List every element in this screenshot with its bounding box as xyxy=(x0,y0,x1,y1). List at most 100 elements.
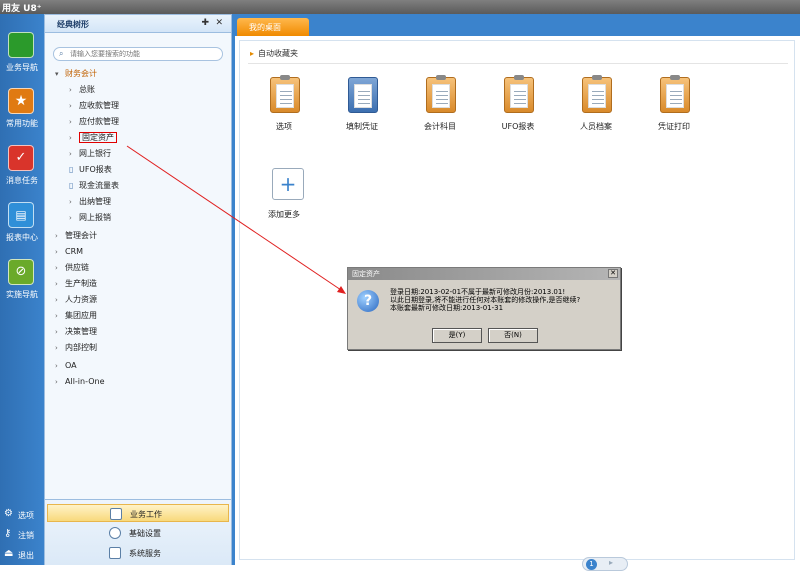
shortcut-personnel-files[interactable]: 人员档案 xyxy=(566,75,626,137)
panel-header: 经典树形 ✚ ✕ xyxy=(45,15,231,33)
page-next-icon[interactable]: ▸ xyxy=(609,558,613,567)
shortcut-ufo-report[interactable]: UFO报表 xyxy=(488,75,548,137)
tree-node-online-banking[interactable]: › 网上银行 xyxy=(69,147,111,161)
tree-node-label: 出纳管理 xyxy=(79,197,111,206)
tree-node-management-accounting[interactable]: › 管理会计 xyxy=(55,229,97,243)
tree-node-receivables[interactable]: › 应收款管理 xyxy=(69,99,119,113)
shortcut-options[interactable]: 选项 xyxy=(254,75,314,137)
nav-label: 消息任务 xyxy=(6,176,38,185)
tree-node-label: 应付款管理 xyxy=(79,117,119,126)
pin-icon[interactable]: ✚ xyxy=(201,18,209,28)
tree-node-payables[interactable]: › 应付款管理 xyxy=(69,115,119,129)
tree-node-label: CRM xyxy=(65,247,84,256)
tree-node-financial-accounting[interactable]: ▾ 财务会计 xyxy=(55,67,97,81)
chevron-right-icon: › xyxy=(69,214,72,222)
tree-node-label: 人力资源 xyxy=(65,295,97,304)
tree-node-supply-chain[interactable]: › 供应链 xyxy=(55,261,89,275)
tree-node-crm[interactable]: › CRM xyxy=(55,245,83,259)
footer-label: 业务工作 xyxy=(130,510,162,519)
tree-node-label: 现金流量表 xyxy=(79,181,119,190)
shortcut-label: 凭证打印 xyxy=(658,122,690,131)
nav-report-center[interactable]: ▤ 报表中心 xyxy=(0,202,44,258)
plus-icon: + xyxy=(279,172,297,196)
notebook-pen-icon xyxy=(348,77,378,113)
search-box[interactable]: ⌕ xyxy=(53,47,223,61)
dialog-title-bar: 固定资产 ✕ xyxy=(348,268,620,280)
options-button[interactable]: ⚙ 选项 xyxy=(0,506,44,524)
tree-node-oa[interactable]: › OA xyxy=(55,359,77,373)
left-nav-bar: 业务导航 ★ 常用功能 ✓ 消息任务 ▤ 报表中心 ⊘ 实施导航 ⚙ 选项 ⚷ … xyxy=(0,14,44,565)
exit-icon: ⏏ xyxy=(4,548,14,559)
footer-business-work[interactable]: 业务工作 xyxy=(47,504,229,522)
chevron-right-icon: › xyxy=(69,118,72,126)
chevron-down-icon: ▾ xyxy=(55,70,59,78)
chevron-right-icon: › xyxy=(55,312,58,320)
title-bar: 用友 U8⁺ xyxy=(0,0,800,14)
nav-label: 常用功能 xyxy=(6,119,38,128)
nav-label: 报表中心 xyxy=(6,233,38,242)
exit-button[interactable]: ⏏ 退出 xyxy=(0,546,44,564)
add-more-button[interactable]: + xyxy=(272,168,304,200)
business-work-icon xyxy=(110,508,122,520)
tree-node-internal-control[interactable]: › 内部控制 xyxy=(55,341,97,355)
tree-node-label: 应收款管理 xyxy=(79,101,119,110)
search-input[interactable] xyxy=(70,49,218,59)
tree-node-label: 集团应用 xyxy=(65,311,97,320)
tree-node-online-reimbursement[interactable]: › 网上报销 xyxy=(69,211,111,225)
tree-node-cash-flow[interactable]: ▯ 现金流量表 xyxy=(69,179,119,193)
chevron-right-icon: › xyxy=(55,232,58,240)
tree-node-cashier[interactable]: › 出纳管理 xyxy=(69,195,111,209)
star-icon: ★ xyxy=(8,88,34,114)
close-icon[interactable]: ✕ xyxy=(215,18,223,28)
shortcut-label: UFO报表 xyxy=(501,122,535,131)
shortcut-fill-voucher[interactable]: 填制凭证 xyxy=(332,77,392,137)
shortcut-account-subjects[interactable]: 会计科目 xyxy=(410,75,470,137)
footer-system-service[interactable]: 系统服务 xyxy=(47,544,229,562)
shortcut-voucher-print[interactable]: 凭证打印 xyxy=(644,75,704,137)
tree-node-decision[interactable]: › 决策管理 xyxy=(55,325,97,339)
nav-business-navigation[interactable]: 业务导航 xyxy=(0,32,44,88)
chevron-right-icon: › xyxy=(55,378,58,386)
settings-icon xyxy=(109,527,121,539)
tree-node-manufacturing[interactable]: › 生产制造 xyxy=(55,277,97,291)
tree-node-label: UFO报表 xyxy=(79,165,112,174)
chevron-right-icon: › xyxy=(55,296,58,304)
gear-icon: ⚙ xyxy=(4,508,13,519)
dialog-message-line: 以此日期登录,将不能进行任何对本账套的修改操作,是否继续? xyxy=(390,296,581,304)
clipboard-icon xyxy=(270,75,300,113)
nav-implementation[interactable]: ⊘ 实施导航 xyxy=(0,259,44,315)
yes-button[interactable]: 是(Y) xyxy=(432,328,482,343)
add-more-label: 添加更多 xyxy=(268,210,300,219)
chevron-right-icon: › xyxy=(55,264,58,272)
exit-label: 退出 xyxy=(18,551,34,560)
tree-node-all-in-one[interactable]: › All-in-One xyxy=(55,375,105,389)
shortcut-label: 选项 xyxy=(276,122,292,131)
tree-node-general-ledger[interactable]: › 总账 xyxy=(69,83,95,97)
document-icon: ▯ xyxy=(69,181,74,190)
nav-message-tasks[interactable]: ✓ 消息任务 xyxy=(0,145,44,201)
logout-button[interactable]: ⚷ 注销 xyxy=(0,526,44,544)
tree-node-ufo-report[interactable]: ▯ UFO报表 xyxy=(69,163,112,177)
page-indicator: 1 ▸ xyxy=(582,557,628,571)
chevron-right-icon: › xyxy=(55,280,58,288)
confirm-dialog: 固定资产 ✕ ? 登录日期:2013-02-01不属于最新可修改月份:2013.… xyxy=(347,267,621,350)
report-icon: ▤ xyxy=(8,202,34,228)
tree-node-fixed-assets[interactable]: › 固定资产 xyxy=(69,131,117,145)
favorites-header[interactable]: ▸ 自动收藏夹 xyxy=(250,48,298,59)
nav-common-functions[interactable]: ★ 常用功能 xyxy=(0,88,44,144)
footer-basic-settings[interactable]: 基础设置 xyxy=(47,524,229,542)
favorites-title: 自动收藏夹 xyxy=(258,49,299,58)
dialog-close-button[interactable]: ✕ xyxy=(608,269,618,278)
dialog-message-line: 本账套最新可修改日期:2013-01-31 xyxy=(390,304,504,312)
shortcut-label: 人员档案 xyxy=(580,122,612,131)
tree-node-label: 网上报销 xyxy=(79,213,111,222)
tab-my-desktop[interactable]: 我的桌面 xyxy=(237,18,309,36)
dialog-message: 登录日期:2013-02-01不属于最新可修改月份:2013.01! 以此日期登… xyxy=(390,288,618,312)
footer-label: 基础设置 xyxy=(129,529,161,538)
triangle-right-icon: ▸ xyxy=(250,49,255,58)
tree-node-human-resources[interactable]: › 人力资源 xyxy=(55,293,97,307)
tree-node-group-apps[interactable]: › 集团应用 xyxy=(55,309,97,323)
chevron-right-icon: › xyxy=(69,102,72,110)
no-button[interactable]: 否(N) xyxy=(488,328,538,343)
question-icon: ? xyxy=(357,290,379,312)
